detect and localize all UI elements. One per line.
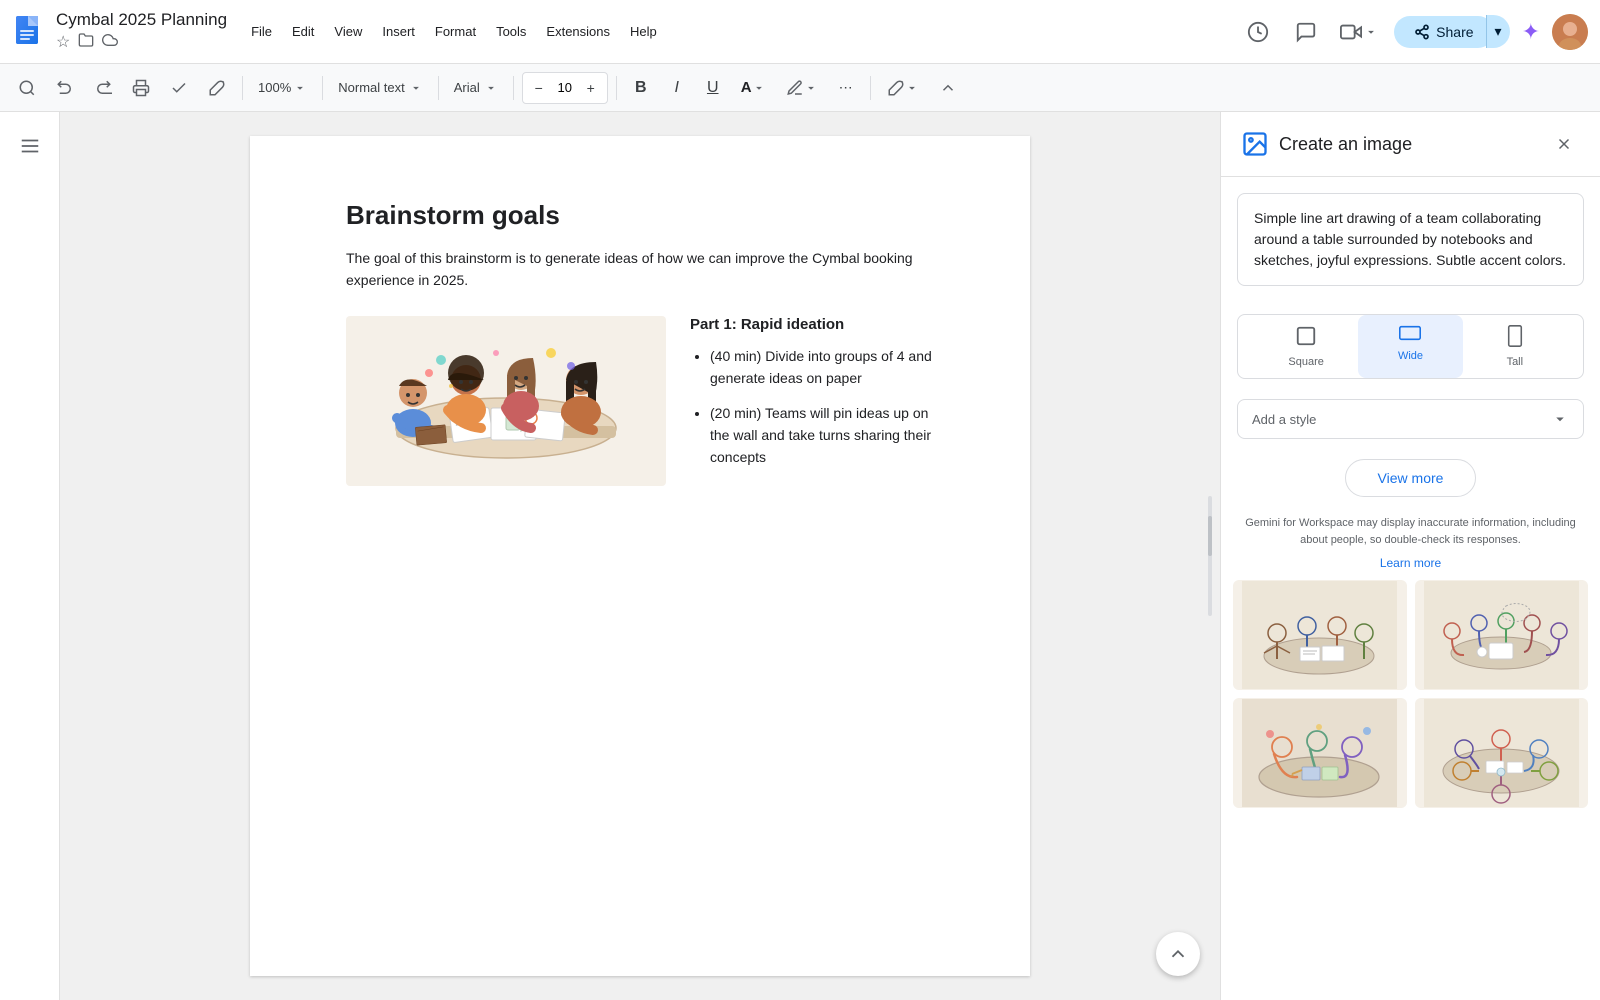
image-grid: [1221, 580, 1600, 808]
undo-btn[interactable]: [48, 72, 82, 104]
share-dropdown-btn[interactable]: ▾: [1486, 15, 1510, 48]
menu-bar: File Edit View Insert Format Tools Exten…: [243, 20, 665, 43]
ai-panel: Create an image Simple line art drawing …: [1220, 112, 1600, 1000]
divider1: [242, 76, 243, 100]
folder-icon[interactable]: [78, 32, 94, 53]
comment-btn[interactable]: [1288, 14, 1324, 50]
toolbar: 100% Normal text Arial − 10 + B I U A ⋯: [0, 64, 1600, 112]
menu-insert[interactable]: Insert: [374, 20, 423, 43]
bullet-item-1: (40 min) Divide into groups of 4 and gen…: [710, 345, 934, 390]
menu-edit[interactable]: Edit: [284, 20, 322, 43]
outline-icon[interactable]: [12, 128, 48, 164]
main-container: Brainstorm goals The goal of this brains…: [0, 112, 1600, 1000]
doc-image[interactable]: [346, 316, 666, 486]
generated-image-1[interactable]: [1233, 580, 1407, 690]
font-size-increase-btn[interactable]: +: [579, 72, 603, 104]
aspect-square-btn[interactable]: Square: [1254, 315, 1358, 378]
doc-title[interactable]: Cymbal 2025 Planning: [56, 10, 227, 30]
wide-icon: [1399, 325, 1421, 346]
italic-btn[interactable]: I: [661, 72, 693, 104]
user-avatar[interactable]: [1552, 14, 1588, 50]
menu-extensions[interactable]: Extensions: [538, 20, 618, 43]
menu-view[interactable]: View: [326, 20, 370, 43]
scroll-thumb: [1208, 516, 1212, 556]
spell-btn[interactable]: [162, 72, 196, 104]
doc-text-content: Part 1: Rapid ideation (40 min) Divide i…: [690, 316, 934, 486]
part-title: Part 1: Rapid ideation: [690, 316, 934, 333]
topbar-right: Share ▾ ✦: [1240, 14, 1588, 50]
doc-content-row: Part 1: Rapid ideation (40 min) Divide i…: [346, 316, 934, 486]
collapse-btn[interactable]: [931, 72, 965, 104]
divider3: [438, 76, 439, 100]
generated-image-2[interactable]: [1415, 580, 1589, 690]
doc-paragraph: The goal of this brainstorm is to genera…: [346, 247, 934, 292]
menu-format[interactable]: Format: [427, 20, 484, 43]
create-image-icon: [1241, 130, 1269, 158]
font-size-box: − 10 +: [522, 72, 608, 104]
print-btn[interactable]: [124, 72, 158, 104]
title-section: Cymbal 2025 Planning ☆: [56, 10, 227, 53]
generated-image-3[interactable]: [1233, 698, 1407, 808]
learn-more-link[interactable]: Learn more: [1221, 556, 1600, 570]
star-icon[interactable]: ☆: [56, 32, 70, 53]
font-size-input[interactable]: 10: [551, 80, 579, 95]
cloud-icon[interactable]: [102, 32, 118, 53]
pen-tool-btn[interactable]: [879, 72, 927, 104]
menu-tools[interactable]: Tools: [488, 20, 534, 43]
ai-panel-header: Create an image: [1221, 112, 1600, 177]
bullet-list: (40 min) Divide into groups of 4 and gen…: [690, 345, 934, 469]
sidebar-left: [0, 112, 60, 1000]
redo-btn[interactable]: [86, 72, 120, 104]
text-style-selector[interactable]: Normal text: [331, 72, 429, 104]
doc-area: Brainstorm goals The goal of this brains…: [60, 112, 1220, 1000]
divider4: [513, 76, 514, 100]
divider5: [616, 76, 617, 100]
bold-btn[interactable]: B: [625, 72, 657, 104]
underline-btn[interactable]: U: [697, 72, 729, 104]
ai-disclaimer: Gemini for Workspace may display inaccur…: [1221, 515, 1600, 556]
menu-file[interactable]: File: [243, 20, 280, 43]
gemini-sparkle-btn[interactable]: ✦: [1522, 19, 1540, 45]
scroll-top-btn[interactable]: [1156, 932, 1200, 976]
divider6: [870, 76, 871, 100]
font-size-decrease-btn[interactable]: −: [527, 72, 551, 104]
square-icon: [1295, 325, 1317, 352]
view-more-button[interactable]: View more: [1345, 459, 1477, 497]
ai-prompt-textarea[interactable]: Simple line art drawing of a team collab…: [1237, 193, 1584, 286]
more-options-btn[interactable]: ⋯: [830, 72, 862, 104]
highlight-btn[interactable]: [778, 72, 826, 104]
scroll-indicator: [1208, 496, 1212, 616]
divider2: [322, 76, 323, 100]
ai-panel-close-btn[interactable]: [1548, 128, 1580, 160]
aspect-wide-btn[interactable]: Wide: [1358, 315, 1462, 378]
video-btn[interactable]: [1336, 14, 1382, 50]
tall-icon: [1507, 325, 1523, 352]
paint-btn[interactable]: [200, 72, 234, 104]
aspect-ratio-section: Square Wide Tall: [1237, 314, 1584, 379]
share-button[interactable]: Share: [1394, 16, 1493, 48]
topbar: Cymbal 2025 Planning ☆ File Edit View In…: [0, 0, 1600, 64]
doc-icon: [12, 14, 48, 50]
title-icons: ☆: [56, 32, 227, 53]
doc-heading: Brainstorm goals: [346, 200, 934, 231]
text-color-btn[interactable]: A: [733, 72, 774, 104]
style-dropdown[interactable]: Add a style: [1237, 399, 1584, 439]
font-selector[interactable]: Arial: [447, 72, 505, 104]
menu-help[interactable]: Help: [622, 20, 665, 43]
search-btn[interactable]: [10, 72, 44, 104]
generated-image-4[interactable]: [1415, 698, 1589, 808]
bullet-item-2: (20 min) Teams will pin ideas up on the …: [710, 402, 934, 469]
ai-panel-title: Create an image: [1279, 134, 1548, 155]
aspect-tall-btn[interactable]: Tall: [1463, 315, 1567, 378]
history-btn[interactable]: [1240, 14, 1276, 50]
zoom-selector[interactable]: 100%: [251, 72, 314, 104]
doc-page: Brainstorm goals The goal of this brains…: [250, 136, 1030, 976]
